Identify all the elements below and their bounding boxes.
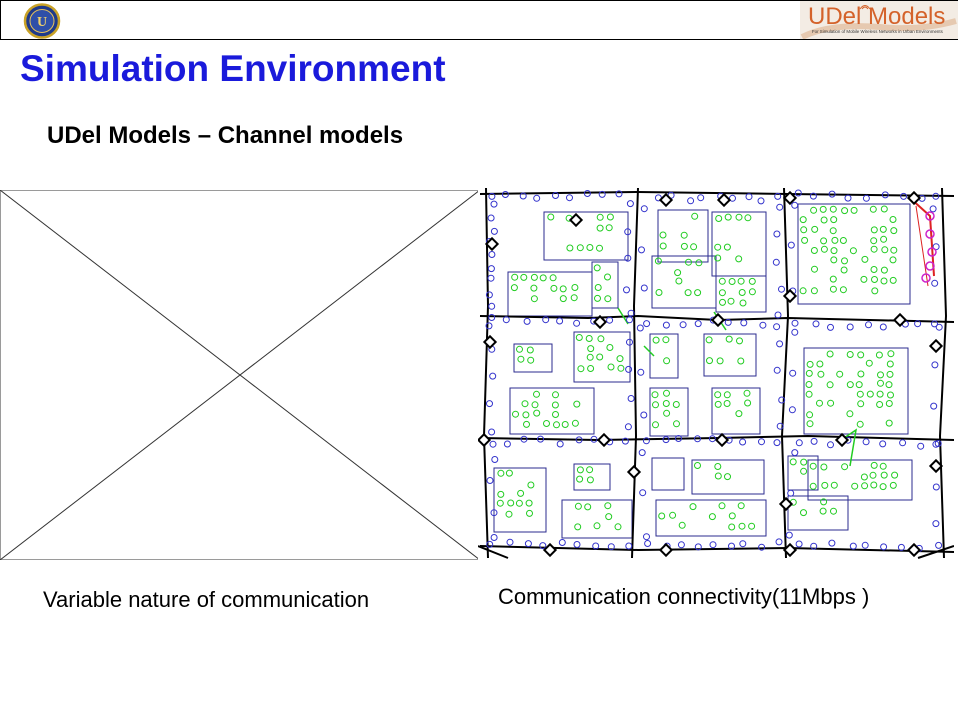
slide-subtitle: UDel Models – Channel models [47, 122, 404, 149]
connectivity-map [478, 186, 954, 561]
caption-right: Communication connectivity(11Mbps ) [498, 584, 870, 609]
broken-image-placeholder-icon [0, 190, 480, 560]
ud-seal-icon: U [23, 3, 61, 39]
brand-subtitle: For Simulation of Mobile Wireless Networ… [812, 29, 943, 34]
svg-text:U: U [37, 15, 47, 30]
caption-left: Variable nature of communication [43, 587, 370, 612]
slide-title: Simulation Environment [20, 48, 446, 89]
brand-text: UDel Models [808, 3, 946, 30]
